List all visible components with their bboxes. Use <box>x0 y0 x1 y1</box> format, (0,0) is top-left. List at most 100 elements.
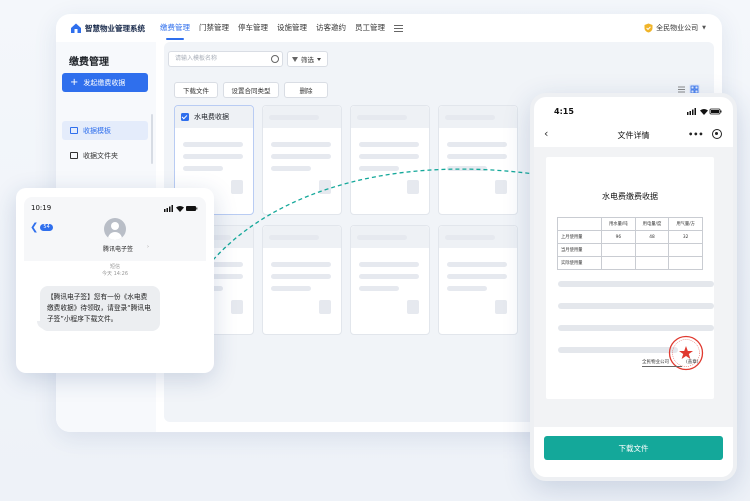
company-switcher[interactable]: 全民物业公司 ▼ <box>644 14 706 42</box>
set-contract-type-button[interactable]: 设置合同类型 <box>223 82 279 98</box>
card-header: 水电费收据 <box>175 106 253 128</box>
phone-footer: 下载文件 <box>534 427 733 477</box>
top-nav-bar: 智慧物业管理系统 缴费管理 门禁管理 停车管理 设施管理 访客邀约 员工管理 全… <box>56 14 722 42</box>
search-placeholder: 请输入模板名称 <box>175 55 218 62</box>
sidebar-item-label: 收据模板 <box>83 126 111 135</box>
close-target-icon[interactable] <box>711 129 722 139</box>
nav-parking[interactable]: 停车管理 <box>238 14 268 42</box>
card-placeholder-line <box>357 234 407 240</box>
nav-payment[interactable]: 缴费管理 <box>160 14 190 42</box>
table-cell <box>668 243 703 257</box>
table-row: 用水量/吨 用电量/度 用气量/方 <box>557 217 703 231</box>
card-placeholder-line <box>447 262 507 267</box>
search-icon[interactable] <box>271 55 279 63</box>
card-placeholder-block <box>319 300 331 314</box>
sidebar-item-templates[interactable]: 收据模板 <box>62 121 148 140</box>
company-name: 全民物业公司 <box>656 24 699 32</box>
table-cell <box>601 256 636 270</box>
card-placeholder-line <box>271 166 311 171</box>
chevron-down-icon <box>317 57 321 61</box>
nav-staff[interactable]: 员工管理 <box>355 14 385 42</box>
card-placeholder-line <box>183 166 223 171</box>
table-cell: 96 <box>601 230 636 244</box>
message-bubble[interactable]: 【腾讯电子签】您有一份《水电费缴费收据》待领取，请登录“腾讯电子签”小程序下载文… <box>37 286 160 331</box>
download-file-button[interactable]: 下载文件 <box>174 82 218 98</box>
card-header <box>351 106 429 128</box>
document-placeholder-line <box>558 281 714 287</box>
card-title: 水电费收据 <box>194 113 229 121</box>
filter-icon <box>292 56 298 62</box>
template-card[interactable] <box>438 105 518 215</box>
filter-dropdown[interactable]: 筛选 <box>287 51 328 67</box>
unread-badge: 54 <box>40 224 53 231</box>
table-row: 上月使用量 96 48 32 <box>557 230 703 244</box>
card-placeholder-block <box>495 300 507 314</box>
message-type: 短信 <box>109 264 120 270</box>
search-input[interactable]: 请输入模板名称 <box>168 51 283 67</box>
avatar[interactable] <box>104 218 126 240</box>
nav-facilities[interactable]: 设施管理 <box>277 14 307 42</box>
nav-visitors[interactable]: 访客邀约 <box>316 14 346 42</box>
card-placeholder-block <box>231 180 243 194</box>
template-card[interactable] <box>262 225 342 335</box>
card-header <box>263 106 341 128</box>
card-placeholder-line <box>269 114 319 120</box>
more-menu-icon[interactable] <box>394 24 403 32</box>
card-placeholder-line <box>271 286 311 291</box>
card-placeholder-line <box>359 274 419 279</box>
plus-icon: + <box>70 76 79 88</box>
nav-access-control[interactable]: 门禁管理 <box>199 14 229 42</box>
card-placeholder-line <box>359 166 399 171</box>
template-card[interactable] <box>350 105 430 215</box>
template-card[interactable] <box>350 225 430 335</box>
card-placeholder-line <box>183 142 243 147</box>
document-placeholder-line <box>558 303 714 309</box>
message-timestamp: 今天 14:26 <box>102 271 128 277</box>
chevron-left-icon: ❮ <box>30 222 39 233</box>
table-cell <box>634 256 670 270</box>
more-dots-icon[interactable]: ••• <box>688 130 703 139</box>
table-cell <box>668 256 703 270</box>
card-placeholder-block <box>495 180 507 194</box>
card-checkbox[interactable] <box>181 113 189 121</box>
table-cell <box>634 243 670 257</box>
card-header <box>351 226 429 248</box>
filter-label: 筛选 <box>301 56 314 64</box>
sidebar-item-label: 收据文件夹 <box>83 151 118 160</box>
miniprogram-capsule[interactable]: ••• <box>684 126 726 142</box>
folder-icon <box>70 152 78 159</box>
document-placeholder-line <box>558 325 714 331</box>
card-placeholder-line <box>447 154 507 159</box>
sender-name[interactable]: 腾讯电子签 <box>88 244 148 253</box>
card-placeholder-line <box>271 274 331 279</box>
card-placeholder-line <box>271 262 331 267</box>
sidebar-item-folder[interactable]: 收据文件夹 <box>62 146 148 165</box>
app-logo: 智慧物业管理系统 <box>70 22 156 34</box>
new-receipt-button[interactable]: + 发起缴费收据 <box>62 73 148 92</box>
template-card[interactable] <box>262 105 342 215</box>
template-card[interactable] <box>438 225 518 335</box>
table-header: 用电量/度 <box>634 217 670 231</box>
new-receipt-label: 发起缴费收据 <box>83 78 126 87</box>
document-title: 水电费缴费收据 <box>602 192 658 201</box>
card-placeholder-line <box>445 114 495 120</box>
download-file-button[interactable]: 下载文件 <box>544 436 723 460</box>
back-button[interactable]: ❮ 54 <box>30 222 53 233</box>
sidebar-title: 缴费管理 <box>69 57 109 68</box>
card-placeholder-block <box>319 180 331 194</box>
chevron-right-icon: › <box>147 244 149 250</box>
delete-button[interactable]: 删除 <box>284 82 328 98</box>
card-placeholder-line <box>359 154 419 159</box>
usage-table: 用水量/吨 用电量/度 用气量/方 上月使用量 96 48 32 当月使用量 实… <box>557 217 703 270</box>
sidebar-scrollbar[interactable] <box>151 114 153 164</box>
app-name: 智慧物业管理系统 <box>85 23 145 33</box>
table-cell: 上月使用量 <box>557 230 602 244</box>
table-header: 用水量/吨 <box>601 217 636 231</box>
status-bar-icons <box>687 108 722 115</box>
phone-status-time: 4:15 <box>554 107 574 116</box>
card-placeholder-line <box>445 234 495 240</box>
card-placeholder-line <box>447 286 487 291</box>
card-placeholder-line <box>447 274 507 279</box>
table-header: 用气量/方 <box>668 217 703 231</box>
card-placeholder-block <box>407 300 419 314</box>
